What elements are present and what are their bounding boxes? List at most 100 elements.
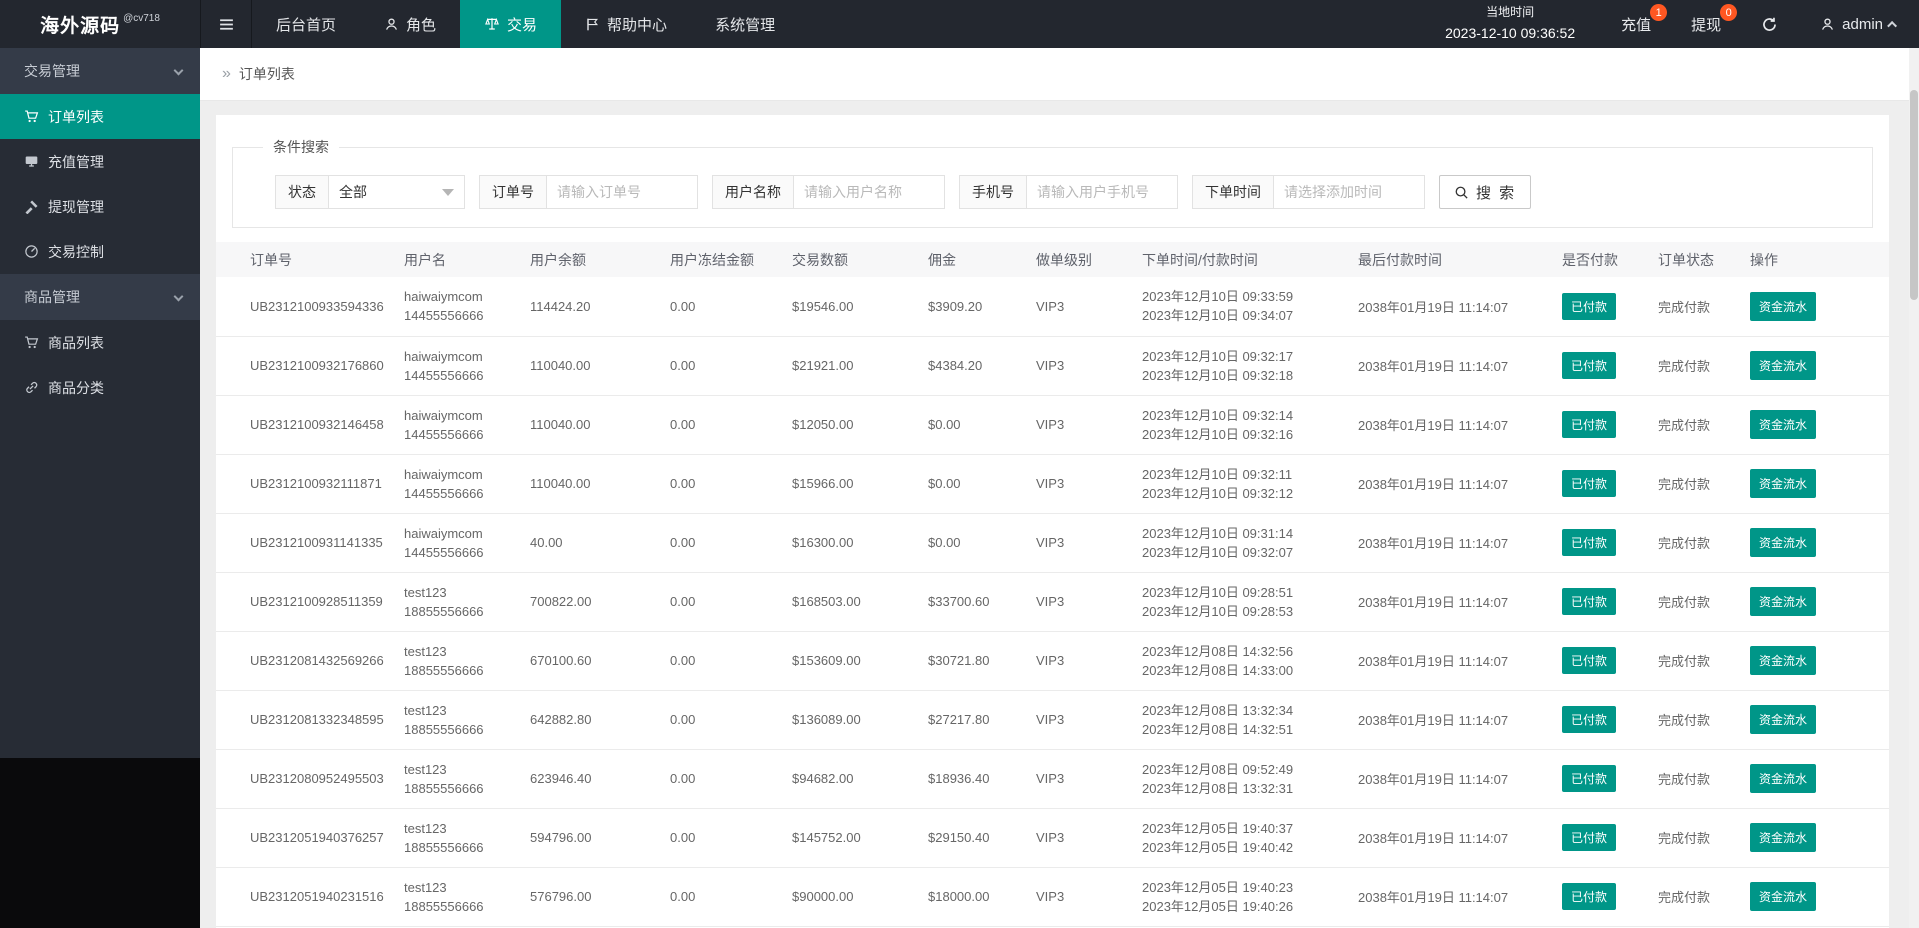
vip-level: VIP3 — [1036, 454, 1142, 514]
local-time: 当地时间 2023-12-10 09:36:52 — [1419, 0, 1601, 48]
status-select[interactable]: 全部 — [329, 176, 464, 208]
user-frozen-amount: 0.00 — [670, 513, 792, 573]
nav-item-label: 系统管理 — [715, 16, 776, 34]
vip-level: VIP3 — [1036, 631, 1142, 691]
fund-flow-button[interactable]: 资金流水 — [1750, 823, 1817, 852]
pay-time: 2023年12月10日 09:32:12 — [1142, 485, 1294, 501]
scrollbar-thumb[interactable] — [1910, 90, 1918, 300]
fund-flow-button[interactable]: 资金流水 — [1750, 469, 1817, 498]
nav-item-label: 后台首页 — [276, 16, 337, 34]
user-phone: 18855556666 — [404, 721, 484, 737]
refresh-icon — [1761, 16, 1778, 33]
order-number: UB2312051940376257 — [250, 830, 384, 845]
status-selected-value: 全部 — [339, 184, 367, 200]
sidebar-item-recharge-management[interactable]: 充值管理 — [0, 139, 200, 184]
user-phone: 18855556666 — [404, 603, 484, 619]
refresh-button[interactable] — [1741, 0, 1798, 48]
sidebar-toggle-button[interactable] — [200, 0, 252, 48]
nav-item-help-center[interactable]: 帮助中心 — [561, 0, 691, 48]
sidebar-group-trade-management[interactable]: 交易管理 — [0, 48, 200, 94]
fund-flow-button[interactable]: 资金流水 — [1750, 351, 1817, 380]
table-row: UB2312100932176860 haiwaiymcom 144555566… — [216, 336, 1889, 396]
user-balance: 642882.80 — [530, 690, 670, 750]
order-time-input[interactable] — [1274, 176, 1424, 208]
fund-flow-button[interactable]: 资金流水 — [1750, 410, 1817, 439]
last-pay-time: 2038年01月19日 11:14:07 — [1358, 690, 1562, 750]
order-no-input[interactable] — [547, 176, 697, 208]
order-number: UB2312100928511359 — [250, 594, 383, 609]
sidebar-item-label: 充值管理 — [48, 153, 104, 170]
nav-item-roles[interactable]: 角色 — [360, 0, 460, 48]
pay-time: 2023年12月08日 14:33:00 — [1142, 662, 1294, 678]
user-balance: 700822.00 — [530, 572, 670, 632]
pay-time: 2023年12月10日 09:32:16 — [1142, 426, 1294, 442]
last-pay-time: 2038年01月19日 11:14:07 — [1358, 808, 1562, 868]
col-header: 用户冻结金额 — [670, 242, 792, 277]
fund-flow-button[interactable]: 资金流水 — [1750, 528, 1817, 557]
board-icon — [24, 154, 39, 169]
order-status: 完成付款 — [1658, 277, 1750, 337]
user-name: haiwaiymcom — [404, 289, 483, 305]
user-name: test123 — [404, 879, 447, 895]
order-time-filter-group: 下单时间 — [1192, 175, 1425, 209]
user-icon — [384, 17, 399, 32]
vertical-scrollbar[interactable] — [1909, 48, 1919, 928]
user-phone: 18855556666 — [404, 662, 484, 678]
brand-logo[interactable]: 海外源码 @cv718 — [0, 0, 200, 48]
paid-status-badge: 已付款 — [1562, 706, 1617, 733]
user-phone: 14455556666 — [404, 544, 484, 560]
withdraw-button[interactable]: 提现 0 — [1671, 0, 1741, 48]
order-time-label: 下单时间 — [1193, 176, 1274, 208]
fund-flow-button[interactable]: 资金流水 — [1750, 764, 1817, 793]
user-name: test123 — [404, 761, 447, 777]
nav-item-system[interactable]: 系统管理 — [691, 0, 799, 48]
flag-icon — [585, 17, 600, 32]
last-pay-time: 2038年01月19日 11:14:07 — [1358, 277, 1562, 337]
sidebar-item-trade-control[interactable]: 交易控制 — [0, 229, 200, 274]
user-frozen-amount: 0.00 — [670, 867, 792, 927]
sidebar-item-product-list[interactable]: 商品列表 — [0, 320, 200, 365]
sidebar-item-product-category[interactable]: 商品分类 — [0, 365, 200, 410]
paid-status-badge: 已付款 — [1562, 883, 1617, 910]
nav-item-trade[interactable]: 交易 — [460, 0, 562, 48]
sidebar-item-withdraw-management[interactable]: 提现管理 — [0, 184, 200, 229]
brand-badge: @cv718 — [123, 12, 160, 24]
fund-flow-button[interactable]: 资金流水 — [1750, 587, 1817, 616]
fund-flow-button[interactable]: 资金流水 — [1750, 646, 1817, 675]
fund-flow-button[interactable]: 资金流水 — [1750, 705, 1817, 734]
col-header: 订单号 — [216, 242, 404, 277]
sidebar-item-label: 交易控制 — [48, 243, 104, 260]
phone-input[interactable] — [1027, 176, 1177, 208]
local-time-value: 2023-12-10 09:36:52 — [1445, 25, 1576, 42]
order-status: 完成付款 — [1658, 336, 1750, 396]
order-status: 完成付款 — [1658, 395, 1750, 455]
user-name: test123 — [404, 584, 447, 600]
sidebar-item-order-list[interactable]: 订单列表 — [0, 94, 200, 139]
trade-amount: $15966.00 — [792, 454, 928, 514]
paid-status-badge: 已付款 — [1562, 529, 1617, 556]
search-button[interactable]: 搜 索 — [1439, 175, 1532, 209]
recharge-button[interactable]: 充值 1 — [1601, 0, 1671, 48]
nav-item-dashboard[interactable]: 后台首页 — [252, 0, 360, 48]
status-filter-group: 状态 全部 — [275, 175, 465, 209]
user-menu[interactable]: admin — [1798, 0, 1919, 48]
app-root: 海外源码 @cv718 后台首页 角色 交易 帮助中心 系统管理 当地时间 20… — [0, 0, 1919, 928]
sidebar-group-product-management[interactable]: 商品管理 — [0, 274, 200, 320]
chevron-up-icon — [1887, 20, 1898, 31]
trade-amount: $153609.00 — [792, 631, 928, 691]
order-status: 完成付款 — [1658, 749, 1750, 809]
trade-amount: $12050.00 — [792, 395, 928, 455]
order-time: 2023年12月05日 19:40:23 — [1142, 879, 1294, 895]
sidebar-bottom-area — [0, 758, 200, 928]
username-input[interactable] — [794, 176, 944, 208]
user-name: haiwaiymcom — [404, 348, 483, 364]
sidebar-filler — [0, 410, 200, 758]
table-row: UB2312100932111871 haiwaiymcom 144555566… — [216, 454, 1889, 514]
user-name: test123 — [404, 702, 447, 718]
last-pay-time: 2038年01月19日 11:14:07 — [1358, 749, 1562, 809]
fund-flow-button[interactable]: 资金流水 — [1750, 291, 1817, 321]
vip-level: VIP3 — [1036, 690, 1142, 750]
fund-flow-button[interactable]: 资金流水 — [1750, 882, 1817, 911]
sidebar-group-label: 商品管理 — [24, 289, 80, 305]
user-balance: 576796.00 — [530, 867, 670, 927]
